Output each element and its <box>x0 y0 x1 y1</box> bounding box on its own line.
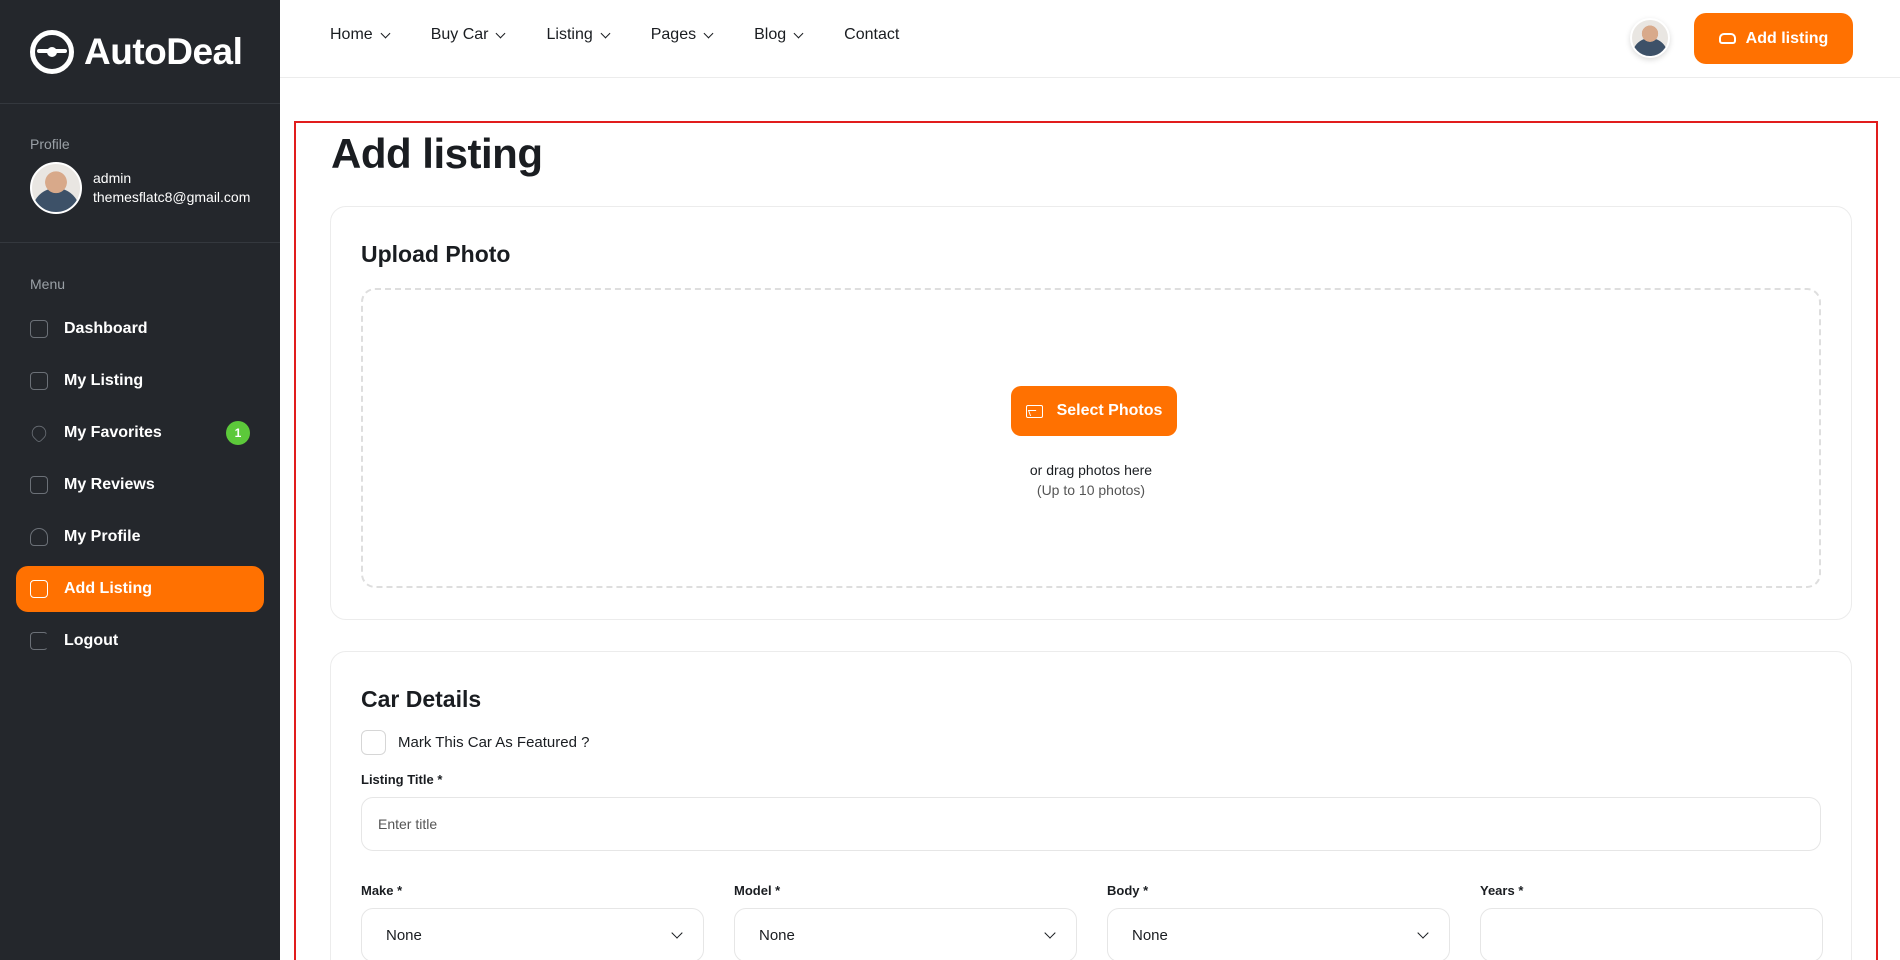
brand-name: AutoDeal <box>84 30 243 72</box>
avatar <box>30 162 82 214</box>
sidebar-item-label: My Reviews <box>64 476 155 493</box>
make-label: Make * <box>361 883 403 898</box>
featured-label: Mark This Car As Featured ? <box>398 734 590 751</box>
photo-limit-hint: (Up to 10 photos) <box>1036 482 1146 498</box>
add-listing-button-label: Add listing <box>1745 29 1829 47</box>
chevron-down-icon <box>380 28 391 39</box>
sidebar-item-label: My Listing <box>64 372 144 389</box>
upload-photo-card: Upload Photo Select Photos or drag photo… <box>330 206 1852 620</box>
heart-icon <box>28 422 50 444</box>
sidebar-item-my-profile[interactable]: My Profile <box>16 514 264 560</box>
nav-home[interactable]: Home <box>330 26 391 44</box>
car-icon <box>1718 33 1736 44</box>
listing-title-label: Listing Title * <box>361 772 443 787</box>
body-select-value: None <box>1132 926 1168 944</box>
model-select[interactable]: None <box>734 908 1077 960</box>
chevron-down-icon <box>703 28 714 39</box>
profile-email: themesflatc8@gmail.com <box>93 189 251 205</box>
body-label: Body * <box>1107 883 1149 898</box>
listing-title-input[interactable] <box>361 797 1821 851</box>
mail-icon <box>30 476 48 494</box>
drag-hint: or drag photos here <box>1029 462 1153 478</box>
nav-label: Listing <box>546 26 593 43</box>
nav-buy-car[interactable]: Buy Car <box>430 26 506 44</box>
favorites-count-badge: 1 <box>226 421 250 445</box>
menu-section-label: Menu <box>30 276 66 292</box>
select-photos-label: Select Photos <box>1056 402 1163 419</box>
user-avatar[interactable] <box>1630 18 1670 58</box>
edit-icon <box>30 372 48 390</box>
page-title: Add listing <box>331 130 543 177</box>
main-nav: Home Buy Car Listing Pages Blog Contact <box>330 26 941 44</box>
logout-icon <box>30 632 48 650</box>
nav-contact[interactable]: Contact <box>844 26 899 44</box>
nav-label: Blog <box>754 26 787 43</box>
profile-card[interactable]: admin themesflatc8@gmail.com <box>0 152 280 214</box>
nav-label: Contact <box>844 26 900 43</box>
profile-section-label: Profile <box>30 136 70 152</box>
upload-photo-title: Upload Photo <box>361 241 511 267</box>
sidebar-item-label: My Profile <box>64 528 141 545</box>
photo-dropzone[interactable]: Select Photos or drag photos here (Up to… <box>361 288 1821 588</box>
chevron-down-icon <box>1044 927 1056 939</box>
make-select[interactable]: None <box>361 908 704 960</box>
chevron-down-icon <box>496 28 506 39</box>
nav-label: Pages <box>650 26 697 43</box>
chevron-down-icon <box>671 927 683 939</box>
add-listing-button[interactable]: Add listing <box>1694 13 1853 64</box>
brand[interactable]: AutoDeal <box>0 0 280 104</box>
select-photos-button[interactable]: Select Photos <box>1011 386 1177 436</box>
nav-listing[interactable]: Listing <box>546 26 611 44</box>
image-icon <box>1025 404 1043 418</box>
body-select[interactable]: None <box>1107 908 1450 960</box>
chevron-down-icon <box>793 28 804 39</box>
profile-name: admin <box>93 170 132 186</box>
model-select-value: None <box>759 926 795 944</box>
years-label: Years * <box>1480 883 1524 898</box>
sidebar-item-dashboard[interactable]: Dashboard <box>16 306 264 352</box>
make-select-value: None <box>386 926 422 944</box>
sidebar: AutoDeal Profile admin themesflatc8@gmai… <box>0 0 280 960</box>
sidebar-item-label: Add Listing <box>64 580 152 597</box>
car-details-title: Car Details <box>361 686 482 712</box>
sidebar-item-label: Logout <box>64 632 119 649</box>
chart-icon <box>30 320 48 338</box>
divider <box>0 242 280 243</box>
nav-label: Buy Car <box>430 26 489 43</box>
nav-label: Home <box>330 26 373 43</box>
sidebar-item-my-favorites[interactable]: My Favorites 1 <box>16 410 264 456</box>
years-input[interactable] <box>1480 908 1823 960</box>
sidebar-item-logout[interactable]: Logout <box>16 618 264 664</box>
edit-icon <box>30 580 48 598</box>
nav-blog[interactable]: Blog <box>754 26 804 44</box>
sidebar-item-my-listing[interactable]: My Listing <box>16 358 264 404</box>
sidebar-item-my-reviews[interactable]: My Reviews <box>16 462 264 508</box>
sidebar-item-add-listing[interactable]: Add Listing <box>16 566 264 612</box>
featured-checkbox[interactable] <box>361 730 386 755</box>
top-navbar: Home Buy Car Listing Pages Blog Contact … <box>280 0 1900 78</box>
user-icon <box>30 528 48 546</box>
car-details-card: Car Details Mark This Car As Featured ? … <box>330 651 1852 960</box>
sidebar-item-label: Dashboard <box>64 320 148 337</box>
featured-row: Mark This Car As Featured ? <box>361 730 589 755</box>
sidebar-item-label: My Favorites <box>64 424 162 441</box>
model-label: Model * <box>734 883 781 898</box>
chevron-down-icon <box>600 28 611 39</box>
nav-pages[interactable]: Pages <box>650 26 714 44</box>
steering-wheel-icon <box>30 29 74 74</box>
chevron-down-icon <box>1417 927 1429 939</box>
